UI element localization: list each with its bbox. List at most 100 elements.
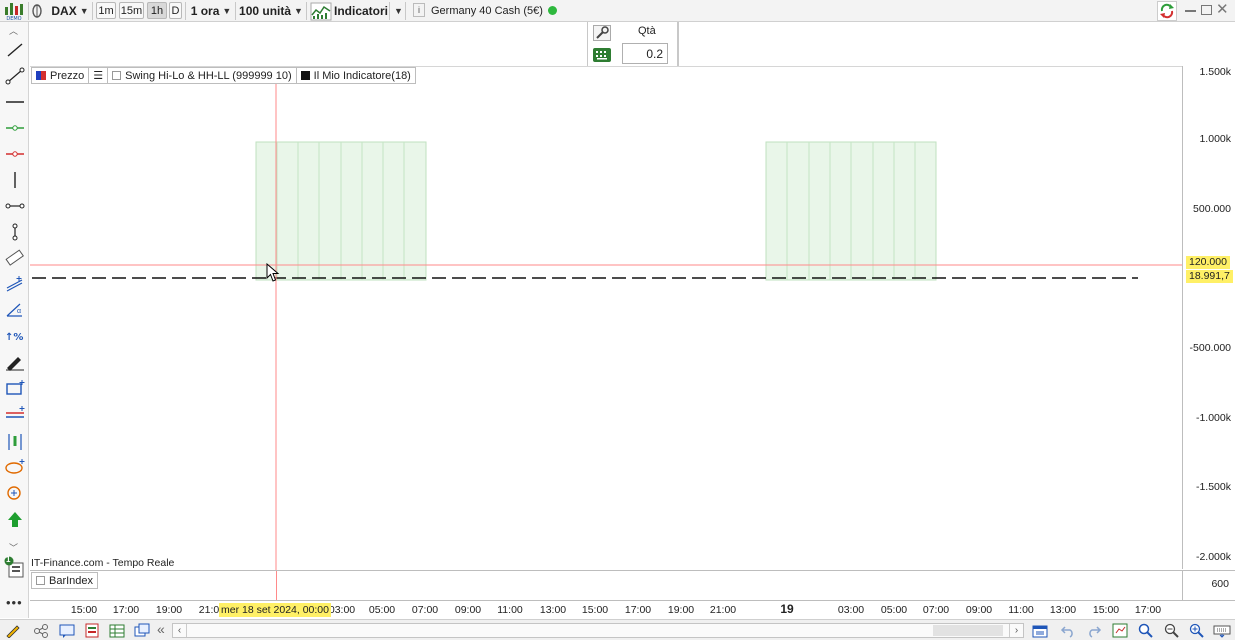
legend-settings[interactable]: ☰ [89, 67, 109, 84]
collapse-left-icon[interactable]: « [157, 621, 165, 637]
object-list-icon[interactable]: 1 [4, 555, 26, 580]
instrument-selector[interactable]: DAX ▼ [50, 2, 90, 19]
windows-icon[interactable] [134, 623, 150, 638]
x-tick-label: 11:00 [497, 604, 523, 616]
segment-icon[interactable] [5, 67, 25, 85]
order-panel: Qtà 0.2 [587, 22, 679, 67]
line-icon[interactable] [7, 43, 23, 57]
y-tick-label: 1.500k [1199, 66, 1231, 78]
market-status-dot [548, 6, 557, 15]
price-chart[interactable]: IT-Finance.com - Tempo Reale [30, 66, 1182, 570]
timeframe-1h-button[interactable]: 1h [147, 2, 167, 19]
barindex-axis[interactable]: 600 [1182, 570, 1235, 600]
zoom-area-icon[interactable] [1137, 623, 1153, 638]
percent-icon[interactable]: ↑% [5, 332, 23, 343]
chevron-down-icon: ▼ [394, 5, 403, 16]
x-tick-label: 19:00 [667, 604, 695, 616]
crosshair-vertical-lower [276, 571, 277, 601]
top-toolbar: DEMO DAX ▼ 1m 15m 1h D 1 ora ▼ 100 unità ▼ … [0, 0, 1235, 22]
scroll-thumb[interactable] [933, 625, 1003, 636]
minimize-icon[interactable] [1185, 10, 1196, 12]
period-selector[interactable]: 1 ora ▼ [189, 2, 233, 19]
wrench-icon[interactable] [593, 25, 611, 41]
indicators-menu-button[interactable]: ▼ [391, 2, 403, 19]
rectangle-icon[interactable] [6, 380, 25, 395]
barindex-color-swatch [36, 576, 45, 585]
x-tick-label: 15:00 [70, 604, 98, 616]
keyboard-shortcuts-icon[interactable] [1213, 623, 1231, 638]
circle-icon[interactable] [7, 486, 21, 500]
share-icon[interactable] [33, 623, 49, 638]
pencil-tool-icon[interactable] [5, 623, 21, 639]
scroll-right-arrow[interactable]: › [1009, 624, 1023, 637]
more-tools-icon[interactable]: ••• [6, 595, 23, 610]
parallel-lines-icon[interactable] [6, 406, 25, 418]
close-icon[interactable]: ✕ [1216, 2, 1230, 18]
x-tick-label: 09:00 [965, 604, 993, 616]
chart-legend: Prezzo ☰ Swing Hi-Lo & HH-LL (999999 10)… [31, 67, 416, 84]
scroll-left-arrow[interactable]: ‹ [173, 624, 187, 637]
x-tick-label: 17:00 [624, 604, 652, 616]
x-tick-label: 15:00 [581, 604, 609, 616]
zoom-out-icon[interactable] [1163, 623, 1179, 638]
x-tick-label: 13:00 [1049, 604, 1077, 616]
chart-canvas[interactable] [30, 67, 1182, 570]
sync-icon[interactable] [1157, 1, 1177, 21]
timeframe-15m-button[interactable]: 15m [119, 2, 144, 19]
chat-icon[interactable] [59, 623, 75, 638]
legend-price[interactable]: Prezzo [31, 67, 90, 84]
svg-text:↑%: ↑% [5, 332, 23, 343]
timeframe-1m-button[interactable]: 1m [96, 2, 116, 19]
swing-color-swatch [112, 71, 122, 80]
indicators-icon[interactable] [310, 1, 332, 21]
legend-barindex[interactable]: BarIndex [31, 572, 99, 589]
calendar-icon[interactable] [1032, 623, 1048, 638]
time-axis[interactable]: 15:00 17:00 19:00 21:0 03:00 05:00 07:00 09:00 1… [30, 600, 1235, 619]
horizontal-segment-icon[interactable] [5, 203, 25, 209]
timeframe-d-button[interactable]: D [169, 2, 182, 19]
indicators-button[interactable]: Indicatori [334, 2, 388, 19]
pencil-icon[interactable] [6, 357, 24, 371]
indicator-bars-group-2 [765, 141, 937, 281]
y-tick-label: -500.000 [1189, 342, 1231, 354]
drawing-tools-panel: ︿ α ↑% ﹀ 1 ••• [0, 22, 29, 618]
trend-channel-icon[interactable] [6, 276, 23, 292]
units-selector[interactable]: 100 unità ▼ [238, 2, 304, 19]
ruler-icon[interactable] [5, 249, 24, 266]
maximize-icon[interactable] [1201, 5, 1212, 15]
vertical-range-icon[interactable] [8, 434, 22, 450]
fit-chart-icon[interactable] [1112, 623, 1128, 638]
zoom-in-icon[interactable] [1188, 623, 1204, 638]
portfolio-icon[interactable] [109, 623, 125, 638]
legend-custom-indicator[interactable]: Il Mio Indicatore(18) [296, 67, 416, 84]
keyboard-icon[interactable] [593, 48, 611, 62]
qty-label: Qtà [638, 25, 656, 37]
scroll-down-icon[interactable]: ﹀ [9, 541, 18, 554]
data-source-label: IT-Finance.com - Tempo Reale [31, 557, 175, 569]
buy-line-icon[interactable] [6, 125, 24, 131]
x-tick-label: 05:00 [880, 604, 908, 616]
undo-icon[interactable] [1060, 623, 1076, 638]
x-tick-label: 17:00 [1134, 604, 1162, 616]
scrollbar[interactable]: ‹ › [172, 623, 1024, 638]
price-color-swatch [36, 71, 46, 80]
link-icon[interactable] [31, 3, 43, 19]
y-tick-label: -1.000k [1195, 412, 1231, 424]
ellipse-icon[interactable] [5, 459, 25, 474]
x-tick-label: 03:00 [837, 604, 865, 616]
redo-icon[interactable] [1086, 623, 1102, 638]
sell-line-icon[interactable] [6, 151, 24, 157]
barindex-pane[interactable]: BarIndex [30, 570, 1182, 601]
info-icon[interactable]: i [413, 3, 425, 17]
period-label: 1 ora [190, 3, 220, 18]
vertical-segment-icon[interactable] [12, 223, 18, 241]
mouse-cursor-icon [266, 262, 280, 283]
angle-icon[interactable]: α [6, 303, 22, 317]
orders-icon[interactable] [84, 623, 100, 638]
x-tick-label: 03:00 [328, 604, 356, 616]
up-arrow-icon[interactable] [8, 512, 22, 527]
price-axis[interactable]: 1.500k 1.000k 500.000 -500.000 -1.000k -… [1182, 66, 1235, 569]
legend-swing[interactable]: Swing Hi-Lo & HH-LL (999999 10) [108, 67, 297, 84]
x-tick-label: 13:00 [539, 604, 567, 616]
qty-input[interactable]: 0.2 [622, 43, 668, 64]
